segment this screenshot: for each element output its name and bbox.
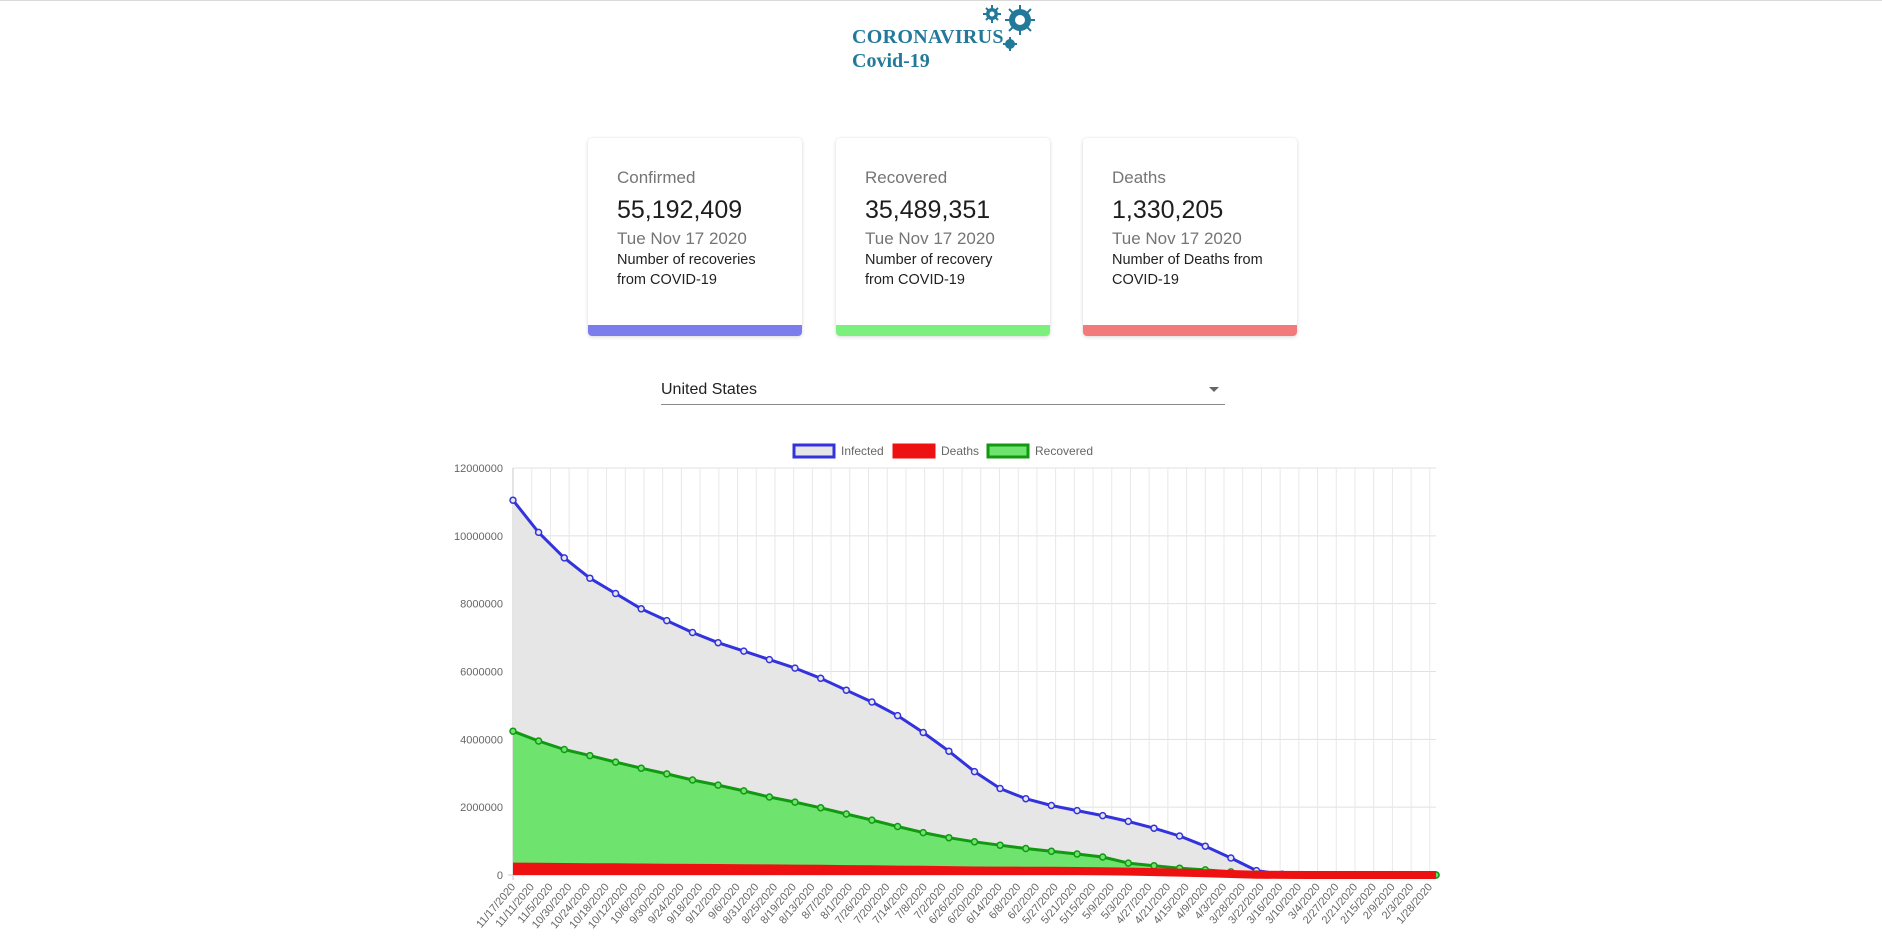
data-point-recovered [1098,853,1107,861]
data-point-recovered [688,776,697,784]
data-point-recovered [765,793,774,801]
data-point-recovered [816,804,825,812]
data-point-infected [868,698,876,706]
data-point-infected [688,628,697,637]
legend-swatch-infected [792,443,836,459]
data-point-recovered [791,798,799,806]
legend-label-deaths: Deaths [941,444,979,458]
data-point-infected [1227,854,1235,862]
y-tick-label: 2000000 [460,802,503,814]
legend-swatch-deaths [892,443,936,459]
data-point-recovered [945,833,953,842]
covid-area-chart: 0 2000000 4000000 6000000 8000000 10000000 120… [454,443,1440,931]
data-point-infected [663,616,671,625]
y-tick-label: 6000000 [460,667,503,679]
data-point-recovered [1073,850,1081,858]
data-point-infected [816,674,825,683]
data-point-infected [509,496,517,504]
data-point-recovered [740,787,748,795]
data-point-recovered [534,737,543,745]
data-point-infected [611,589,620,598]
data-point-infected [1175,832,1184,840]
data-point-infected [740,647,748,655]
data-point-infected [842,686,851,694]
data-point-recovered [893,822,902,831]
data-point-recovered [509,727,517,735]
data-point-recovered [919,828,927,837]
data-point-infected [893,711,902,720]
data-point-infected [714,638,722,647]
data-point-recovered [1047,847,1056,856]
data-point-infected [1047,801,1056,810]
data-point-infected [791,664,799,672]
data-point-infected [945,747,953,755]
legend-label-infected: Infected [841,444,884,458]
data-point-recovered [637,764,645,772]
data-point-infected [919,728,927,737]
data-point-infected [586,574,594,582]
y-tick-label: 10000000 [454,531,503,543]
data-point-recovered [1022,844,1030,853]
y-tick-label: 12000000 [454,463,503,475]
data-point-recovered [1150,862,1158,870]
data-point-infected [1124,817,1133,826]
data-point-infected [1022,794,1030,803]
data-point-infected [534,528,543,537]
data-point-recovered [868,816,876,824]
y-tick-label: 4000000 [460,734,503,746]
data-point-infected [560,554,569,562]
data-point-infected [637,605,645,613]
data-point-recovered [560,745,569,754]
data-point-recovered [996,841,1004,849]
data-point-recovered [714,781,722,789]
legend-label-recovered: Recovered [1035,444,1093,458]
legend-swatch-recovered [986,443,1030,459]
data-point-infected [1201,842,1210,850]
data-point-infected [996,784,1004,793]
data-point-infected [1073,806,1081,815]
data-point-infected [1150,824,1158,832]
data-point-recovered [970,838,979,846]
data-point-recovered [842,810,851,818]
y-tick-label: 0 [497,870,503,882]
data-point-recovered [1124,859,1133,867]
data-point-infected [970,767,979,776]
y-tick-label: 8000000 [460,599,503,611]
data-point-infected [1098,811,1107,820]
data-point-infected [765,655,774,664]
data-point-recovered [611,758,620,766]
data-point-recovered [663,770,671,778]
data-point-recovered [586,751,594,760]
